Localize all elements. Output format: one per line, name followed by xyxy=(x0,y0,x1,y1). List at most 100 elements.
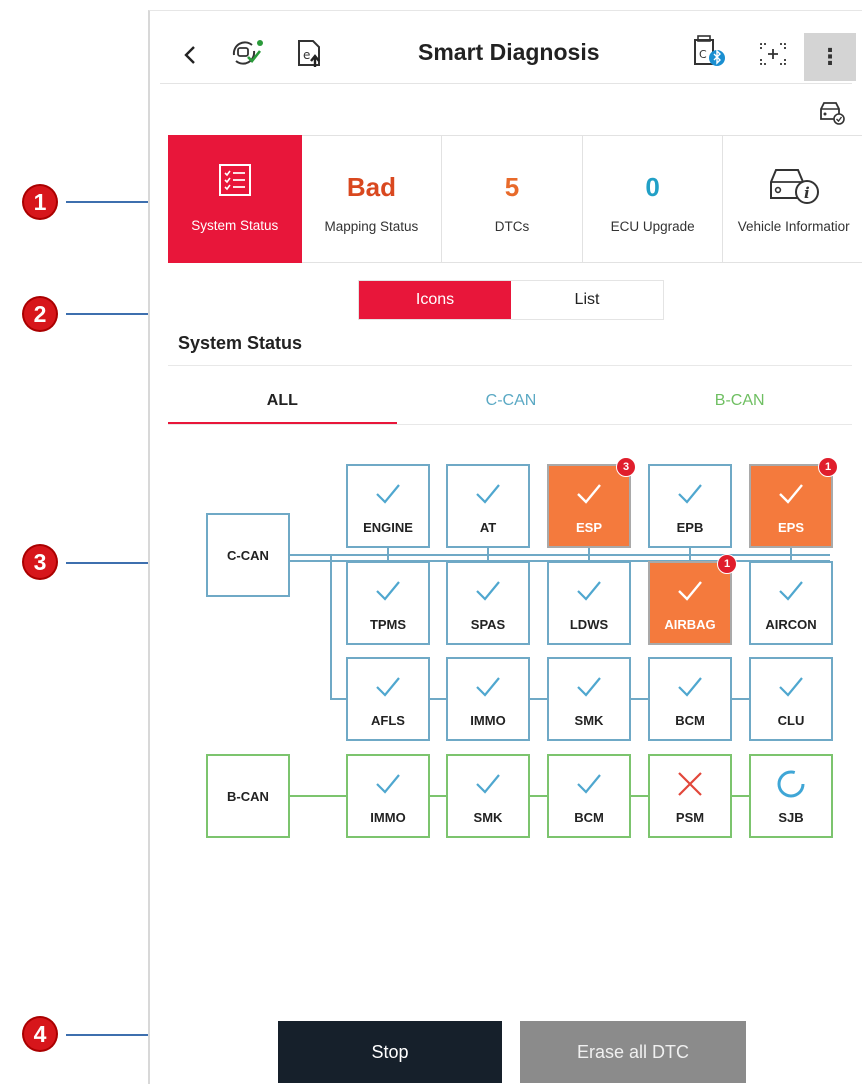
callout-3: 3 xyxy=(24,546,56,578)
icons-view-button[interactable]: Icons xyxy=(359,281,511,319)
vehicle-information-card[interactable]: i Vehicle Informatior xyxy=(723,135,862,263)
tab-c-can[interactable]: C-CAN xyxy=(397,377,626,425)
ecu-name: ENGINE xyxy=(363,520,413,535)
ecu-name: IMMO xyxy=(370,810,406,825)
dtcs-card[interactable]: 5 DTCs xyxy=(442,135,583,263)
card-label: Mapping Status xyxy=(324,219,419,234)
ecu-spas-tile[interactable]: SPAS xyxy=(446,561,530,645)
ecu-immo-tile[interactable]: IMMO xyxy=(346,754,430,838)
ecu-airbag-tile[interactable]: AIRBAG 1 xyxy=(648,554,737,645)
ecu-afls-tile[interactable]: AFLS xyxy=(346,657,430,741)
tab-b-can-label: B-CAN xyxy=(714,392,765,409)
tab-b-can[interactable]: B-CAN xyxy=(625,377,854,425)
stop-button[interactable]: Stop xyxy=(278,1021,502,1083)
check-icon xyxy=(376,677,400,697)
ecu-bcm-tile[interactable]: BCM xyxy=(547,754,631,838)
vci-connect-button[interactable]: C xyxy=(688,33,728,71)
vehicle-scan-button[interactable] xyxy=(226,35,266,71)
chevron-left-icon xyxy=(184,46,195,64)
ecu-smk-tile[interactable]: SMK xyxy=(547,657,631,741)
ecu-bcm-tile[interactable]: BCM xyxy=(648,657,732,741)
ecu-name: LDWS xyxy=(569,617,609,632)
system-status-card[interactable]: System Status xyxy=(168,135,302,263)
check-icon xyxy=(577,484,601,504)
status-mark xyxy=(650,573,730,609)
c-can-row-link xyxy=(631,698,648,700)
mapping-status-card[interactable]: Bad Mapping Status xyxy=(301,135,443,263)
ecu-upgrade-card[interactable]: 0 ECU Upgrade xyxy=(582,135,724,263)
svg-text:e: e xyxy=(303,48,310,62)
svg-text:i: i xyxy=(804,184,810,202)
check-icon xyxy=(577,774,601,794)
vehicle-check-button[interactable] xyxy=(814,97,848,127)
status-mark xyxy=(549,476,629,512)
check-icon xyxy=(476,677,500,697)
callout-1-leader xyxy=(66,201,156,203)
b-can-line xyxy=(290,795,346,797)
ecu-name: SJB xyxy=(778,810,804,825)
callout-2: 2 xyxy=(24,298,56,330)
ecu-name: SMK xyxy=(574,713,604,728)
dtc-count-badge: 1 xyxy=(818,457,838,477)
ecu-sjb-tile[interactable]: SJB xyxy=(749,754,833,838)
status-mark xyxy=(549,573,629,609)
check-icon xyxy=(678,677,702,697)
ecu-name: PSM xyxy=(675,810,705,825)
more-vert-icon: ⋮ xyxy=(819,44,841,69)
b-can-row-link xyxy=(631,795,648,797)
ecu-name: SPAS xyxy=(470,617,506,632)
dtc-count-value: 5 xyxy=(504,172,520,202)
vci-bluetooth-icon: C xyxy=(694,35,725,66)
ecu-name: AIRBAG xyxy=(664,617,716,632)
c-can-bus-node[interactable]: C-CAN xyxy=(206,513,290,597)
ecu-tpms-tile[interactable]: TPMS xyxy=(346,561,430,645)
ecu-name: AIRCON xyxy=(765,617,817,632)
checklist-icon xyxy=(218,163,252,202)
b-can-bus-node[interactable]: B-CAN xyxy=(206,754,290,838)
view-toggle: Icons List xyxy=(358,280,664,320)
status-mark xyxy=(348,669,428,705)
list-view-button[interactable]: List xyxy=(511,281,663,319)
ecu-ldws-tile[interactable]: LDWS xyxy=(547,561,631,645)
ecu-eps-tile[interactable]: EPS 1 xyxy=(749,457,838,548)
check-icon xyxy=(678,484,702,504)
callout-1: 1 xyxy=(24,186,56,218)
ecu-epb-tile[interactable]: EPB xyxy=(648,464,732,548)
card-label: ECU Upgrade xyxy=(610,219,695,234)
check-icon xyxy=(476,774,500,794)
c-can-row-link xyxy=(530,698,547,700)
screenshot-button[interactable] xyxy=(756,39,790,69)
bus-filter-tabs: ALL C-CAN B-CAN xyxy=(168,377,854,425)
ecu-engine-tile[interactable]: ENGINE xyxy=(346,464,430,548)
ecu-aircon-tile[interactable]: AIRCON xyxy=(749,561,833,645)
card-label: Vehicle Informatior xyxy=(737,219,850,234)
ecu-esp-tile[interactable]: ESP 3 xyxy=(547,457,636,548)
ecu-name: CLU xyxy=(777,713,805,728)
ecu-at-tile[interactable]: AT xyxy=(446,464,530,548)
dtc-count-badge: 3 xyxy=(616,457,636,477)
tab-all[interactable]: ALL xyxy=(168,377,397,425)
mapping-status-value: Bad xyxy=(346,172,396,202)
ecu-smk-tile[interactable]: SMK xyxy=(446,754,530,838)
erase-all-dtc-button[interactable]: Erase all DTC xyxy=(520,1021,746,1083)
cross-icon xyxy=(678,772,702,796)
tab-all-label: ALL xyxy=(266,392,298,409)
page-title: Smart Diagnosis xyxy=(418,39,600,65)
b-can-row-link xyxy=(732,795,749,797)
ecu-immo-tile[interactable]: IMMO xyxy=(446,657,530,741)
ecu-psm-tile[interactable]: PSM xyxy=(648,754,732,838)
c-can-drop-line xyxy=(588,548,590,561)
header-divider xyxy=(160,83,852,84)
check-icon xyxy=(779,581,803,601)
back-button[interactable] xyxy=(176,41,204,69)
e-upload-icon: e xyxy=(298,40,320,67)
card-label: DTCs xyxy=(494,219,530,234)
c-can-drop-line xyxy=(487,548,489,561)
ecu-clu-tile[interactable]: CLU xyxy=(749,657,833,741)
check-icon xyxy=(779,484,803,504)
ecu-name: EPB xyxy=(676,520,704,535)
e-upload-button[interactable]: e xyxy=(290,35,330,71)
more-options-button[interactable]: ⋮ xyxy=(804,33,856,81)
tabs-divider xyxy=(168,424,852,425)
summary-cards: System Status Bad Mapping Status 5 DTCs … xyxy=(168,135,862,263)
